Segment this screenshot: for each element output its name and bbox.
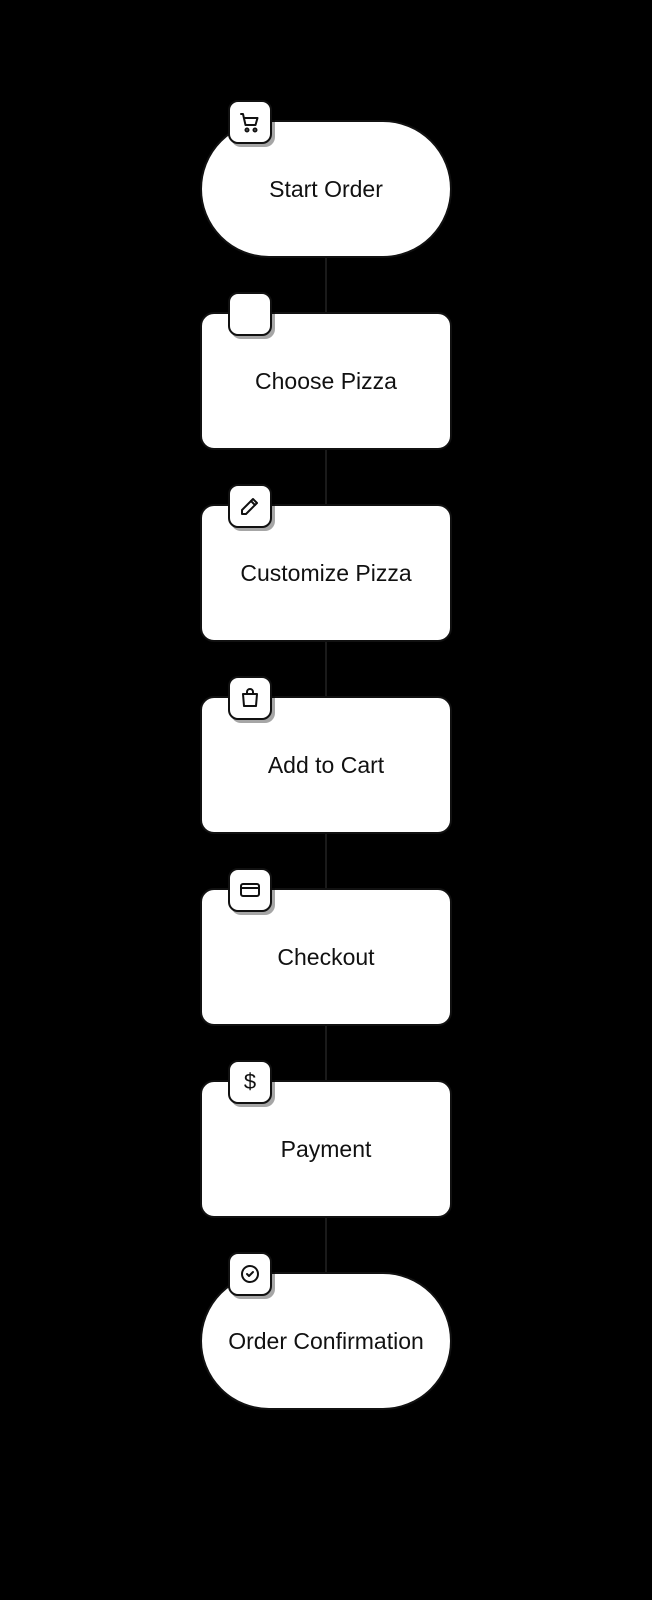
node-label: Checkout bbox=[277, 943, 374, 972]
node-label: Add to Cart bbox=[268, 751, 384, 780]
edge bbox=[325, 1026, 327, 1080]
node-customize-pizza: Customize Pizza bbox=[200, 504, 452, 642]
node-box: Start Order bbox=[200, 120, 452, 258]
node-box: Add to Cart bbox=[200, 696, 452, 834]
node-checkout: Checkout bbox=[200, 888, 452, 1026]
node-label: Choose Pizza bbox=[255, 367, 397, 396]
node-choose-pizza: Choose Pizza bbox=[200, 312, 452, 450]
edge bbox=[325, 642, 327, 696]
node-payment: $ Payment bbox=[200, 1080, 452, 1218]
cart-icon bbox=[228, 100, 272, 144]
node-start-order: Start Order bbox=[200, 120, 452, 258]
blank-icon bbox=[228, 292, 272, 336]
check-icon bbox=[228, 1252, 272, 1296]
node-box: Checkout bbox=[200, 888, 452, 1026]
node-box: $ Payment bbox=[200, 1080, 452, 1218]
edge bbox=[325, 1218, 327, 1272]
node-add-to-cart: Add to Cart bbox=[200, 696, 452, 834]
edge bbox=[325, 450, 327, 504]
edge bbox=[325, 834, 327, 888]
node-label: Start Order bbox=[269, 175, 383, 204]
node-order-confirmation: Order Confirmation bbox=[200, 1272, 452, 1410]
bag-icon bbox=[228, 676, 272, 720]
node-label: Payment bbox=[281, 1135, 372, 1164]
dollar-icon: $ bbox=[228, 1060, 272, 1104]
flowchart-canvas: Start Order Choose Pizza Customize Pizza bbox=[0, 0, 652, 1600]
node-label: Order Confirmation bbox=[228, 1327, 424, 1356]
node-box: Choose Pizza bbox=[200, 312, 452, 450]
node-box: Customize Pizza bbox=[200, 504, 452, 642]
edge bbox=[325, 258, 327, 312]
card-icon bbox=[228, 868, 272, 912]
node-label: Customize Pizza bbox=[240, 559, 411, 588]
edit-icon bbox=[228, 484, 272, 528]
node-box: Order Confirmation bbox=[200, 1272, 452, 1410]
